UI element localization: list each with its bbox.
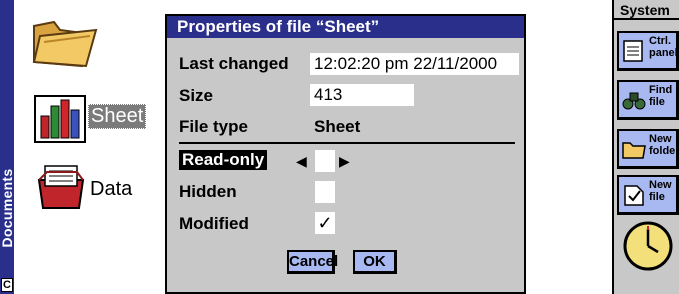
dialog-title: Properties of file “Sheet” [167, 16, 524, 38]
left-arrow-icon[interactable]: ◀ [296, 153, 307, 170]
file-type-value: Sheet [314, 117, 361, 136]
find-file-label: Find file [649, 84, 673, 108]
ok-button[interactable]: OK [353, 250, 397, 274]
new-folder-icon [622, 142, 646, 159]
control-panel-label: Ctrl. panel [649, 35, 678, 59]
new-file-label: New file [649, 179, 672, 203]
cancel-button[interactable]: Cancel [287, 250, 338, 274]
right-arrow-icon[interactable]: ▶ [339, 153, 350, 170]
sidebar-title: Documents [0, 168, 15, 248]
sheet-file-icon[interactable] [33, 90, 89, 146]
hidden-checkbox[interactable] [315, 181, 335, 203]
control-panel-button[interactable]: Ctrl. panel [617, 31, 679, 71]
size-field[interactable]: 413 [310, 84, 414, 106]
sheet-file-label[interactable]: Sheet [88, 104, 147, 129]
properties-dialog: Properties of file “Sheet” Last changed … [165, 14, 526, 294]
data-file-label[interactable]: Data [90, 178, 132, 201]
last-changed-label: Last changed [179, 54, 289, 73]
system-toolbar: System Ctrl. panel Find file New folder … [612, 0, 679, 294]
data-file-icon[interactable] [33, 160, 89, 212]
find-file-button[interactable]: Find file [617, 80, 679, 120]
control-panel-icon [623, 40, 643, 62]
size-label: Size [179, 86, 214, 105]
sidebar-title-wrap: Documents [0, 148, 15, 268]
sidebar-corner-label[interactable]: C [1, 278, 13, 292]
new-folder-label: New folder [649, 133, 679, 157]
modified-label: Modified [179, 214, 249, 233]
modified-checkbox[interactable]: ✓ [315, 212, 335, 234]
file-type-label: File type [179, 117, 248, 136]
dialog-divider [179, 142, 515, 144]
new-file-icon [624, 185, 644, 206]
binoculars-icon [622, 92, 646, 110]
toolbar-title: System [614, 0, 679, 20]
hidden-label: Hidden [179, 182, 237, 201]
folder-icon[interactable] [30, 8, 100, 70]
readonly-checkbox[interactable] [315, 150, 335, 172]
readonly-label: Read-only [179, 150, 268, 170]
documents-sidebar[interactable]: Documents C [0, 0, 15, 294]
new-folder-button[interactable]: New folder [617, 129, 679, 169]
clock-icon[interactable] [623, 221, 673, 271]
new-file-button[interactable]: New file [617, 175, 679, 215]
last-changed-field[interactable]: 12:02:20 pm 22/11/2000 [310, 53, 519, 75]
